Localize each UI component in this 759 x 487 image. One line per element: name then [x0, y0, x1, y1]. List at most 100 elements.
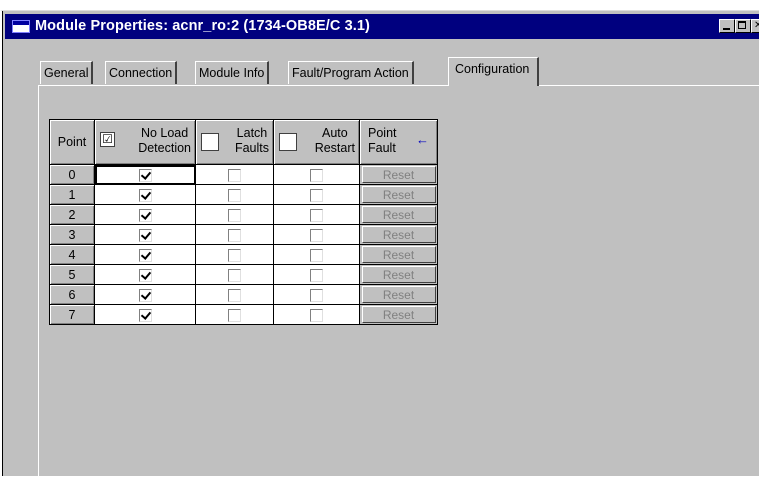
header-latch-faults[interactable]: Latch Faults [195, 119, 274, 165]
cell-auto-restart[interactable] [273, 284, 360, 305]
table-row: 5 Reset [49, 264, 438, 285]
header-auto-line2: Restart [314, 141, 355, 155]
row-point-number[interactable]: 1 [49, 184, 95, 205]
no-load-detection-checkbox[interactable] [138, 209, 152, 222]
cell-point-fault: Reset [359, 204, 438, 225]
tab-panel-edge-left [38, 85, 39, 487]
header-latch-line2: Faults [234, 141, 269, 155]
cell-latch-faults[interactable] [195, 264, 274, 285]
auto-select-all-checkbox[interactable] [279, 133, 297, 151]
latch-faults-checkbox[interactable] [228, 249, 241, 262]
cell-auto-restart[interactable] [273, 304, 360, 325]
close-button[interactable] [751, 19, 759, 33]
auto-restart-checkbox[interactable] [310, 249, 323, 262]
tab-module-info[interactable]: Module Info [195, 61, 270, 84]
no-load-select-all-checkbox[interactable]: ☑ [100, 132, 115, 147]
maximize-button[interactable] [735, 19, 751, 33]
auto-restart-checkbox[interactable] [310, 209, 323, 222]
header-auto-restart[interactable]: Auto Restart [273, 119, 360, 165]
cell-no-load-detection[interactable] [94, 244, 196, 265]
latch-faults-checkbox[interactable] [228, 209, 241, 222]
reset-button[interactable]: Reset [361, 186, 436, 203]
cell-auto-restart[interactable] [273, 224, 360, 245]
row-point-number[interactable]: 6 [49, 284, 95, 305]
cell-point-fault: Reset [359, 244, 438, 265]
window-title: Module Properties: acnr_ro:2 (1734-OB8E/… [35, 18, 370, 34]
cell-no-load-detection[interactable] [94, 284, 196, 305]
cell-latch-faults[interactable] [195, 204, 274, 225]
tab-fault-program-action[interactable]: Fault/Program Action [288, 61, 414, 84]
auto-restart-checkbox[interactable] [310, 269, 323, 282]
module-properties-window: Module Properties: acnr_ro:2 (1734-OB8E/… [0, 10, 759, 487]
latch-select-all-checkbox[interactable] [201, 133, 219, 151]
auto-restart-checkbox[interactable] [310, 309, 323, 322]
no-load-detection-checkbox[interactable] [138, 189, 152, 202]
cell-auto-restart[interactable] [273, 184, 360, 205]
header-no-load-detection[interactable]: ☑ No Load Detection [94, 119, 196, 165]
cell-no-load-detection[interactable] [94, 264, 196, 285]
cell-point-fault: Reset [359, 284, 438, 305]
no-load-detection-checkbox[interactable] [138, 169, 152, 182]
cell-latch-faults[interactable] [195, 304, 274, 325]
cell-auto-restart[interactable] [273, 204, 360, 225]
auto-restart-checkbox[interactable] [310, 289, 323, 302]
reset-button[interactable]: Reset [361, 206, 436, 223]
row-point-number[interactable]: 0 [49, 164, 95, 185]
cell-no-load-detection[interactable] [94, 184, 196, 205]
cell-latch-faults[interactable] [195, 284, 274, 305]
cell-latch-faults[interactable] [195, 184, 274, 205]
latch-faults-checkbox[interactable] [228, 269, 241, 282]
latch-faults-checkbox[interactable] [228, 309, 241, 322]
reset-button[interactable]: Reset [361, 306, 436, 323]
header-pf-line1: Point [368, 126, 397, 140]
cell-latch-faults[interactable] [195, 244, 274, 265]
reset-button[interactable]: Reset [361, 266, 436, 283]
auto-restart-checkbox[interactable] [310, 229, 323, 242]
arrow-left-icon: ← [416, 132, 429, 147]
header-auto-line1: Auto [321, 126, 348, 140]
row-point-number[interactable]: 4 [49, 244, 95, 265]
row-point-number[interactable]: 5 [49, 264, 95, 285]
no-load-detection-checkbox[interactable] [138, 249, 152, 262]
row-point-number[interactable]: 3 [49, 224, 95, 245]
latch-faults-checkbox[interactable] [228, 169, 241, 182]
header-no-load-line1: No Load [140, 126, 189, 140]
tab-general[interactable]: General [40, 61, 94, 84]
header-latch-line1: Latch [236, 126, 268, 140]
cell-auto-restart[interactable] [273, 264, 360, 285]
latch-faults-checkbox[interactable] [228, 229, 241, 242]
table-row: 4 Reset [49, 244, 438, 265]
cell-point-fault: Reset [359, 224, 438, 245]
cell-no-load-detection[interactable] [94, 204, 196, 225]
latch-faults-checkbox[interactable] [228, 189, 241, 202]
cell-point-fault: Reset [359, 264, 438, 285]
tab-connection[interactable]: Connection [105, 61, 178, 84]
cell-no-load-detection[interactable] [94, 164, 196, 185]
configuration-table: Point ☑ No Load Detection Latch Faults A… [49, 119, 438, 325]
no-load-detection-checkbox[interactable] [138, 289, 152, 302]
no-load-detection-checkbox[interactable] [138, 229, 152, 242]
cell-no-load-detection[interactable] [94, 224, 196, 245]
header-pf-line2: Fault [368, 141, 396, 155]
row-point-number[interactable]: 2 [49, 204, 95, 225]
tab-panel-edge [38, 85, 759, 86]
title-bar[interactable]: Module Properties: acnr_ro:2 (1734-OB8E/… [5, 14, 759, 39]
no-load-detection-checkbox[interactable] [138, 309, 152, 322]
auto-restart-checkbox[interactable] [310, 169, 323, 182]
cell-latch-faults[interactable] [195, 224, 274, 245]
table-row: 7 Reset [49, 304, 438, 325]
reset-button[interactable]: Reset [361, 286, 436, 303]
reset-button[interactable]: Reset [361, 226, 436, 243]
cell-auto-restart[interactable] [273, 164, 360, 185]
cell-auto-restart[interactable] [273, 244, 360, 265]
latch-faults-checkbox[interactable] [228, 289, 241, 302]
no-load-detection-checkbox[interactable] [138, 269, 152, 282]
minimize-button[interactable] [719, 19, 735, 33]
tab-configuration[interactable]: Configuration [448, 57, 540, 86]
reset-button[interactable]: Reset [361, 246, 436, 263]
auto-restart-checkbox[interactable] [310, 189, 323, 202]
cell-no-load-detection[interactable] [94, 304, 196, 325]
reset-button[interactable]: Reset [361, 166, 436, 183]
cell-latch-faults[interactable] [195, 164, 274, 185]
row-point-number[interactable]: 7 [49, 304, 95, 325]
